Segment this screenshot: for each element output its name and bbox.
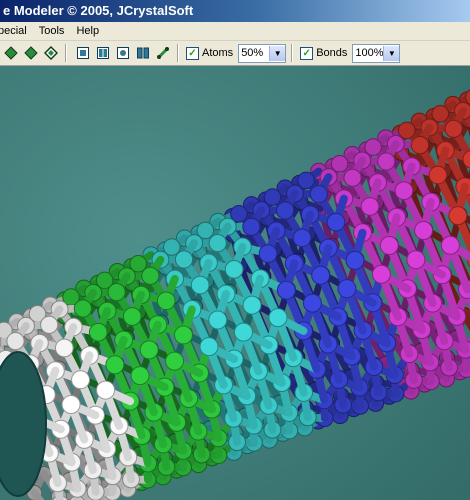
atoms-size-value: 50% [241, 46, 264, 59]
bond-icon [157, 47, 169, 59]
atom [444, 119, 463, 138]
atom [88, 322, 108, 342]
atom [428, 165, 448, 185]
atom [156, 291, 176, 311]
atom [440, 235, 460, 255]
atom [40, 315, 59, 334]
atom [276, 201, 295, 220]
atom [394, 181, 414, 201]
atom [174, 250, 194, 269]
view-cell-button[interactable] [114, 44, 132, 62]
atom [311, 265, 331, 285]
atoms-label: Atoms [202, 47, 234, 59]
atom [379, 235, 399, 255]
columns-icon [97, 47, 109, 59]
atom [414, 221, 434, 241]
toolbar-separator [291, 44, 294, 62]
atoms-size-select[interactable]: 50% ▼ [238, 43, 287, 63]
atom [276, 280, 296, 300]
atom [330, 154, 349, 173]
nanotube-render[interactable] [0, 66, 470, 500]
atom [258, 244, 278, 263]
atom [309, 185, 328, 204]
atom [343, 168, 362, 187]
atom [268, 308, 288, 328]
atom [410, 136, 430, 155]
toolbar: ✓ Atoms 50% ▼ ✓ Bonds 100% ▼ [0, 41, 470, 66]
rotate-right-button[interactable] [22, 44, 40, 62]
atom [54, 338, 74, 358]
atom [165, 351, 185, 371]
menu-special[interactable]: pecial [0, 22, 33, 40]
diamond-arrow-icon [24, 46, 38, 60]
view-box-button[interactable] [74, 44, 92, 62]
atom [242, 295, 262, 315]
atom [397, 121, 416, 140]
atom [360, 197, 380, 216]
bonds-size-select[interactable]: 100% ▼ [352, 43, 401, 63]
atom [130, 366, 150, 386]
atom [190, 275, 210, 295]
atom [371, 264, 391, 284]
atom [406, 250, 426, 270]
atom [122, 307, 142, 326]
atom [326, 212, 346, 232]
menu-tools[interactable]: Tools [39, 22, 71, 40]
window-title: e Modeler © 2005, JCrystalSoft [0, 0, 470, 22]
atom [377, 152, 396, 171]
view-split-button[interactable] [94, 44, 112, 62]
atom [224, 260, 244, 279]
frame-icon [77, 47, 89, 59]
view-layers-button[interactable] [134, 44, 152, 62]
reset-view-button[interactable] [42, 44, 60, 62]
bond-tool-button[interactable] [154, 44, 172, 62]
atom [71, 370, 91, 390]
atom [364, 138, 382, 156]
layers-icon [137, 47, 149, 59]
atom [96, 380, 116, 400]
atom [61, 395, 81, 415]
atom [173, 325, 193, 345]
atom [263, 188, 282, 206]
chevron-down-icon[interactable]: ▼ [269, 45, 286, 61]
atom [199, 337, 219, 357]
atom [345, 250, 365, 270]
menu-help[interactable]: Help [76, 22, 105, 40]
toolbar-separator [65, 44, 67, 62]
atom [448, 206, 468, 226]
atom [141, 266, 160, 285]
atom [242, 217, 261, 236]
atom [292, 228, 312, 248]
atom [297, 171, 315, 190]
atom [431, 104, 450, 123]
atom [208, 310, 228, 330]
molecule-viewport[interactable] [0, 66, 470, 500]
toolbar-separator [177, 44, 179, 62]
diamond-arrow-icon [4, 46, 18, 60]
atom [73, 299, 92, 318]
menu-bar: pecial Tools Help [0, 22, 470, 41]
atom [208, 234, 227, 253]
rotate-left-button[interactable] [2, 44, 20, 62]
chevron-down-icon[interactable]: ▼ [383, 45, 400, 61]
atom [302, 293, 322, 313]
atom [337, 279, 357, 299]
atom [105, 355, 125, 375]
atom [233, 322, 253, 342]
cell-icon [117, 47, 129, 59]
atom [139, 340, 159, 360]
diamond-outline-icon [44, 46, 58, 60]
bonds-checkbox[interactable]: ✓ [300, 46, 314, 60]
bonds-label: Bonds [316, 47, 348, 59]
bonds-size-value: 100% [355, 46, 384, 59]
atom [6, 332, 25, 351]
atoms-checkbox[interactable]: ✓ [186, 46, 199, 60]
atom [107, 283, 126, 302]
